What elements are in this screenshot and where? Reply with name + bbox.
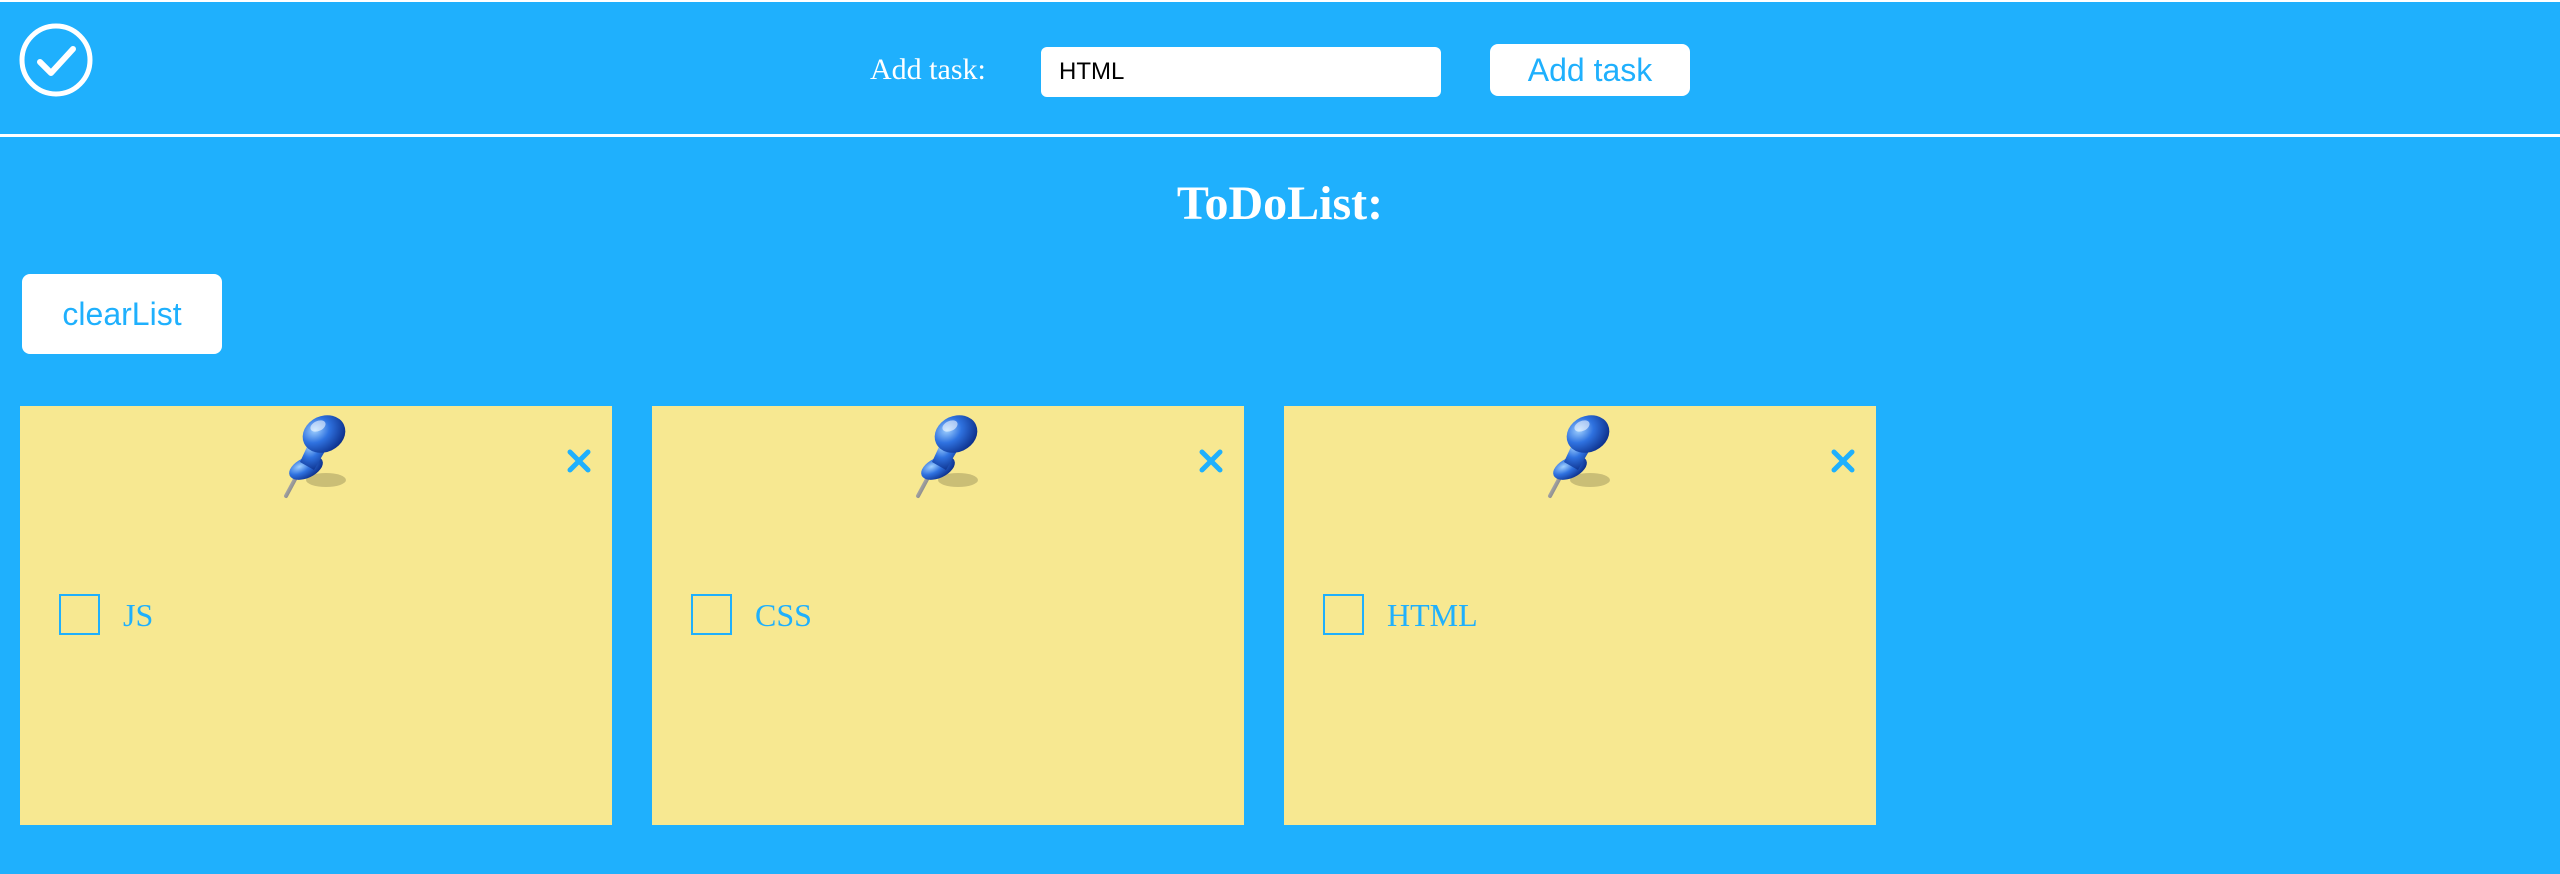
- close-icon[interactable]: [1198, 448, 1224, 474]
- task-card: HTML: [1284, 406, 1876, 825]
- pushpin-icon: [284, 415, 346, 498]
- add-task-button[interactable]: Add task: [1490, 44, 1690, 96]
- task-label: CSS: [755, 597, 812, 633]
- task-label: JS: [123, 597, 154, 633]
- task-label: HTML: [1387, 597, 1478, 633]
- pushpin-icon: [1548, 415, 1610, 498]
- check-circle-icon[interactable]: [18, 22, 94, 98]
- task-input[interactable]: [1041, 47, 1441, 97]
- task-card: CSS: [652, 406, 1244, 825]
- task-card: JS: [20, 406, 612, 825]
- add-task-label: Add task:: [870, 53, 986, 86]
- task-checkbox[interactable]: [691, 594, 732, 635]
- close-icon[interactable]: [1830, 448, 1856, 474]
- task-checkbox[interactable]: [1323, 594, 1364, 635]
- page-title: ToDoList:: [1176, 177, 1384, 230]
- close-icon[interactable]: [566, 448, 592, 474]
- pushpin-icon: [916, 415, 978, 498]
- clear-list-button[interactable]: clearList: [22, 274, 222, 354]
- header-bar: Add task: Add task: [0, 0, 2560, 137]
- task-checkbox[interactable]: [59, 594, 100, 635]
